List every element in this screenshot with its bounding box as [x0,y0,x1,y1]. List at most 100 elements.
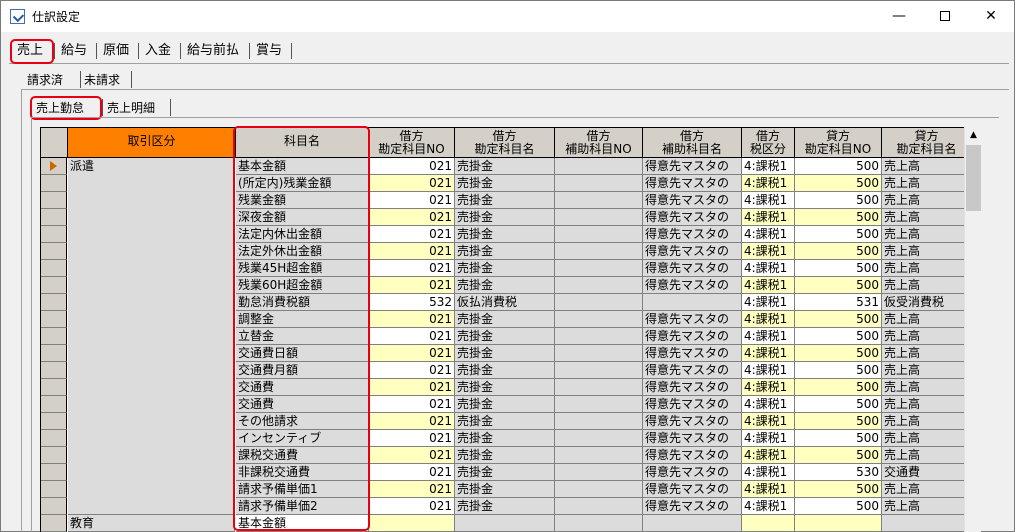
debit-sub-no-cell[interactable] [555,498,643,515]
credit-name-cell[interactable]: 仮受消費税 [882,294,964,311]
debit-sub-no-cell[interactable] [555,209,643,226]
debit-name-cell[interactable]: 売掛金 [455,243,555,260]
debit-name-cell[interactable]: 売掛金 [455,447,555,464]
debit-no-cell[interactable]: 021 [369,379,455,396]
debit-sub-name-cell[interactable]: 得意先マスタの [643,413,742,430]
debit-tax-cell[interactable]: 4:課税1 [742,277,795,294]
credit-no-cell[interactable]: 500 [795,175,882,192]
debit-name-cell[interactable]: 売掛金 [455,277,555,294]
tab-miseikyu[interactable]: 未請求 [84,71,120,89]
credit-name-cell[interactable]: 売上高 [882,379,964,396]
debit-tax-cell[interactable]: 4:課税1 [742,209,795,226]
credit-no-cell[interactable]: 500 [795,413,882,430]
credit-no-cell[interactable]: 500 [795,328,882,345]
debit-tax-cell[interactable]: 4:課税1 [742,464,795,481]
debit-name-cell[interactable]: 売掛金 [455,345,555,362]
debit-name-cell[interactable]: 売掛金 [455,464,555,481]
credit-no-cell[interactable]: 500 [795,243,882,260]
row-selector[interactable] [41,498,67,515]
debit-sub-no-cell[interactable] [555,345,643,362]
debit-tax-cell[interactable]: 4:課税1 [742,260,795,277]
debit-no-cell[interactable]: 021 [369,396,455,413]
debit-tax-cell[interactable]: 4:課税1 [742,447,795,464]
debit-no-cell[interactable]: 021 [369,362,455,379]
credit-name-cell[interactable]: 売上高 [882,260,964,277]
debit-sub-no-cell[interactable] [555,464,643,481]
debit-tax-cell[interactable]: 4:課税1 [742,175,795,192]
credit-name-cell[interactable]: 売上高 [882,430,964,447]
row-selector[interactable] [41,379,67,396]
row-selector[interactable] [41,175,67,192]
debit-sub-name-cell[interactable]: 得意先マスタの [643,192,742,209]
debit-no-cell[interactable]: 021 [369,430,455,447]
debit-no-cell[interactable]: 532 [369,294,455,311]
debit-sub-name-cell[interactable]: 得意先マスタの [643,430,742,447]
maximize-button[interactable] [922,1,968,32]
debit-sub-no-cell[interactable] [555,277,643,294]
credit-name-cell[interactable]: 売上高 [882,158,964,175]
debit-sub-name-cell[interactable] [643,294,742,311]
row-selector[interactable] [41,209,67,226]
debit-sub-no-cell[interactable] [555,396,643,413]
debit-sub-no-cell[interactable] [555,260,643,277]
debit-name-cell[interactable]: 売掛金 [455,362,555,379]
debit-tax-cell[interactable]: 4:課税1 [742,294,795,311]
vertical-scrollbar[interactable]: ▲ [964,127,981,532]
credit-no-cell[interactable] [795,515,882,532]
row-selector[interactable] [41,226,67,243]
debit-sub-name-cell[interactable]: 得意先マスタの [643,243,742,260]
debit-sub-name-cell[interactable]: 得意先マスタの [643,328,742,345]
debit-sub-no-cell[interactable] [555,447,643,464]
debit-sub-name-cell[interactable]: 得意先マスタの [643,277,742,294]
debit-no-cell[interactable]: 021 [369,175,455,192]
debit-tax-cell[interactable]: 4:課税1 [742,396,795,413]
debit-no-cell[interactable]: 021 [369,277,455,294]
debit-sub-name-cell[interactable]: 得意先マスタの [643,345,742,362]
credit-name-cell[interactable]: 売上高 [882,243,964,260]
debit-no-cell[interactable]: 021 [369,328,455,345]
debit-sub-name-cell[interactable]: 得意先マスタの [643,175,742,192]
credit-name-cell[interactable]: 売上高 [882,328,964,345]
debit-no-cell[interactable] [369,515,455,532]
journal-grid[interactable]: 取引区分 科目名 借方 勘定科目NO 借方 勘定科目名 借方 補助科目NO 借方 補助科… [40,127,964,532]
debit-name-cell[interactable]: 仮払消費税 [455,294,555,311]
credit-no-cell[interactable]: 500 [795,311,882,328]
credit-name-cell[interactable]: 売上高 [882,175,964,192]
credit-no-cell[interactable]: 530 [795,464,882,481]
tab-shoyo[interactable]: 賞与 [252,39,286,63]
minimize-button[interactable]: — [876,1,922,32]
credit-no-cell[interactable]: 500 [795,260,882,277]
debit-sub-no-cell[interactable] [555,192,643,209]
debit-tax-cell[interactable]: 4:課税1 [742,158,795,175]
credit-no-cell[interactable]: 500 [795,277,882,294]
debit-no-cell[interactable]: 021 [369,311,455,328]
debit-tax-cell[interactable]: 4:課税1 [742,498,795,515]
row-selector[interactable] [41,328,67,345]
debit-sub-no-cell[interactable] [555,294,643,311]
row-selector[interactable] [41,515,67,532]
debit-sub-name-cell[interactable] [643,515,742,532]
debit-name-cell[interactable]: 売掛金 [455,311,555,328]
debit-no-cell[interactable]: 021 [369,464,455,481]
debit-tax-cell[interactable]: 4:課税1 [742,379,795,396]
debit-name-cell[interactable]: 売掛金 [455,498,555,515]
category-cell[interactable]: 教育 [68,515,235,532]
row-selector[interactable] [41,447,67,464]
credit-no-cell[interactable]: 500 [795,481,882,498]
credit-name-cell[interactable]: 売上高 [882,209,964,226]
debit-name-cell[interactable]: 売掛金 [455,209,555,226]
row-selector[interactable] [41,158,67,175]
credit-name-cell[interactable]: 売上高 [882,345,964,362]
debit-name-cell[interactable]: 売掛金 [455,192,555,209]
debit-sub-no-cell[interactable] [555,481,643,498]
credit-no-cell[interactable]: 500 [795,192,882,209]
credit-no-cell[interactable]: 500 [795,226,882,243]
tab-uriage-meisai[interactable]: 売上明細 [107,99,155,117]
tab-nyukin[interactable]: 入金 [141,39,175,63]
credit-no-cell[interactable]: 500 [795,362,882,379]
credit-name-cell[interactable] [882,515,964,532]
row-selector[interactable] [41,362,67,379]
debit-no-cell[interactable]: 021 [369,243,455,260]
credit-name-cell[interactable]: 売上高 [882,396,964,413]
debit-tax-cell[interactable]: 4:課税1 [742,481,795,498]
